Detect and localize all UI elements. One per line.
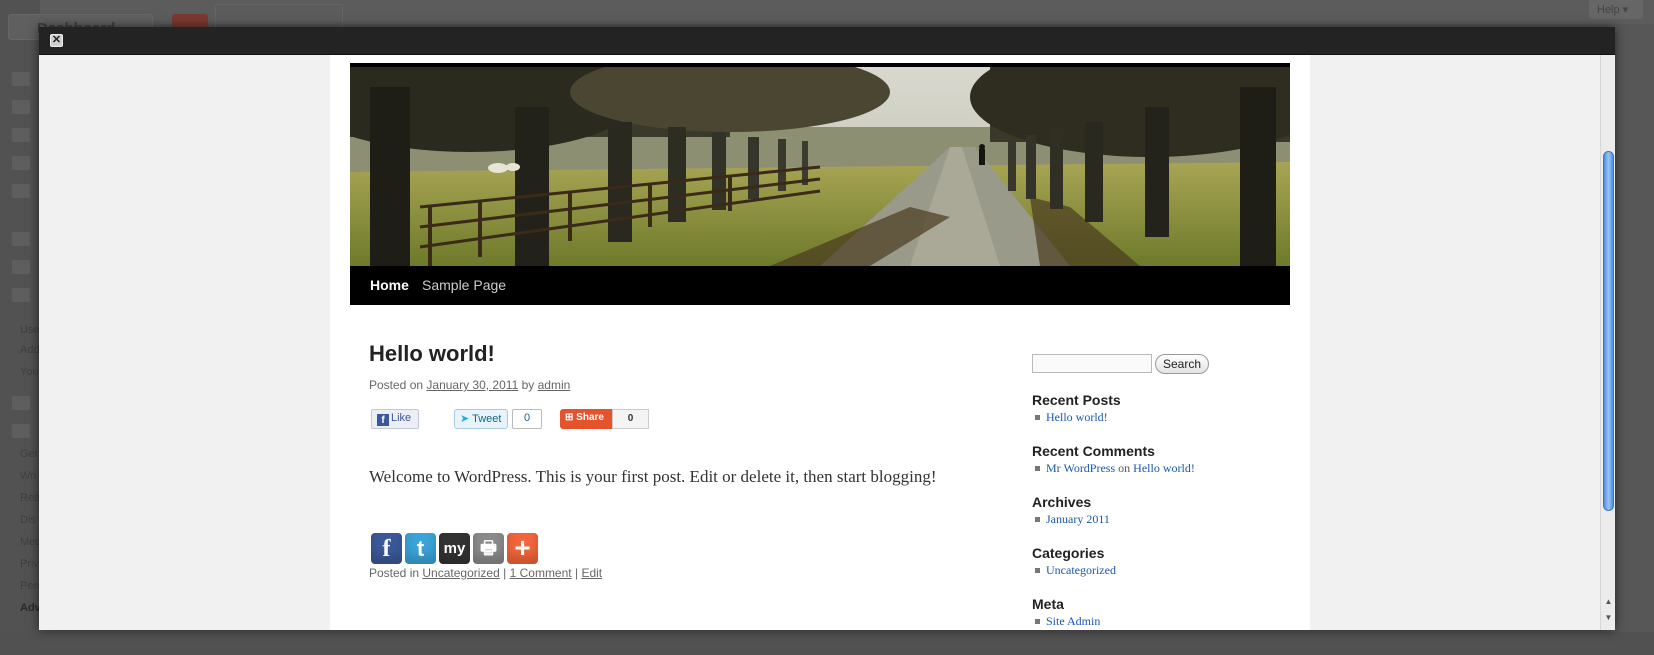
- preview-modal: ✕ Home Sample Page Hello world! Posted o…: [39, 27, 1615, 630]
- facebook-icon: f: [377, 414, 389, 426]
- comment-post-link[interactable]: Hello world!: [1133, 461, 1195, 475]
- menu-fragment: You: [20, 366, 39, 378]
- recent-post-item: Hello world!: [1035, 410, 1108, 425]
- menu-fragment: Dis: [20, 514, 36, 526]
- menu-fragment: Wri: [20, 470, 37, 482]
- posted-in-label: Posted in: [369, 566, 420, 580]
- addthis-share-icon[interactable]: +: [507, 533, 538, 564]
- share-count: 0: [612, 409, 649, 429]
- tweet-count: 0: [512, 409, 542, 429]
- scroll-thumb[interactable]: [1603, 151, 1614, 511]
- links-icon: [12, 128, 30, 142]
- main-nav: Home Sample Page: [350, 266, 1290, 305]
- categories-title: Categories: [1032, 545, 1105, 561]
- recent-comment-item: Mr WordPress on Hello world!: [1035, 461, 1195, 476]
- menu-fragment: Use: [20, 324, 40, 336]
- sidebar-category-link[interactable]: Uncategorized: [1046, 563, 1116, 577]
- tree-avenue-image: [350, 67, 1290, 266]
- recent-posts-title: Recent Posts: [1032, 392, 1121, 408]
- tools-icon: [12, 396, 30, 410]
- myspace-share-icon[interactable]: my: [439, 533, 470, 564]
- separator: |: [574, 566, 579, 580]
- close-button[interactable]: ✕: [50, 34, 63, 47]
- menu-fragment: Add: [20, 344, 40, 356]
- tweet-label: Tweet: [472, 413, 502, 425]
- header-image: [350, 63, 1290, 266]
- modal-titlebar: ✕: [39, 27, 1615, 55]
- posts-icon: [12, 72, 30, 86]
- archives-title: Archives: [1032, 494, 1092, 510]
- print-icon[interactable]: 🖶: [473, 533, 504, 564]
- recent-comments-title: Recent Comments: [1032, 443, 1155, 459]
- plugins-icon: [12, 260, 30, 274]
- comment-author-link[interactable]: Mr WordPress: [1046, 461, 1115, 475]
- help-button: Help ▾: [1589, 0, 1643, 19]
- comment-on: on: [1118, 461, 1131, 475]
- site-page: Home Sample Page Hello world! Posted on …: [330, 55, 1310, 630]
- facebook-like-button[interactable]: f Like: [371, 409, 419, 429]
- search-input[interactable]: [1032, 354, 1152, 373]
- scroll-down-arrow-icon[interactable]: ▼: [1603, 612, 1614, 623]
- appearance-icon: [12, 232, 30, 246]
- post-footer-meta: Posted in Uncategorized | 1 Comment | Ed…: [369, 566, 602, 580]
- admin-bottom: [0, 632, 1654, 655]
- separator: |: [503, 566, 507, 580]
- facebook-share-icon[interactable]: f: [371, 533, 402, 564]
- comments-icon: [12, 184, 30, 198]
- twitter-share-icon[interactable]: t: [405, 533, 436, 564]
- meta-title: Meta: [1032, 596, 1064, 612]
- post-date-link[interactable]: January 30, 2011: [426, 378, 518, 392]
- users-icon: [12, 288, 30, 302]
- meta-prefix: Posted on: [369, 378, 424, 392]
- frame-scrollbar[interactable]: ▲ ▼: [1600, 55, 1615, 630]
- preview-frame: Home Sample Page Hello world! Posted on …: [39, 55, 1615, 630]
- share-button[interactable]: ⊞ Share: [560, 409, 612, 429]
- edit-link[interactable]: Edit: [581, 566, 602, 580]
- author-link[interactable]: admin: [538, 378, 571, 392]
- tweet-button[interactable]: ➤ Tweet: [454, 409, 508, 429]
- settings-icon: [12, 424, 30, 438]
- recent-post-link[interactable]: Hello world!: [1046, 410, 1108, 424]
- meta-by: by: [521, 378, 535, 392]
- post-content: Welcome to WordPress. This is your first…: [369, 467, 937, 486]
- post-meta: Posted on January 30, 2011 by admin: [369, 378, 570, 392]
- archive-link[interactable]: January 2011: [1046, 512, 1110, 526]
- scroll-up-arrow-icon[interactable]: ▲: [1603, 596, 1614, 607]
- nav-home[interactable]: Home: [370, 277, 409, 293]
- menu-fragment: Gen: [20, 448, 41, 460]
- menu-fragment: Adv: [20, 602, 41, 614]
- menu-fragment: Rea: [20, 492, 41, 504]
- meta-item: Site Admin: [1034, 614, 1100, 629]
- category-item: Uncategorized: [1035, 563, 1116, 578]
- nav-sample-page[interactable]: Sample Page: [422, 277, 506, 293]
- site-admin-link[interactable]: Site Admin: [1046, 614, 1100, 628]
- pages-icon: [12, 156, 30, 170]
- archive-item: January 2011: [1035, 512, 1110, 527]
- post-title[interactable]: Hello world!: [369, 341, 495, 367]
- search-button[interactable]: Search: [1155, 354, 1209, 374]
- comments-link[interactable]: 1 Comment: [510, 566, 572, 580]
- media-icon: [12, 100, 30, 114]
- menu-fragment: Priv: [20, 558, 39, 570]
- plus-icon: ⊞: [565, 412, 574, 423]
- share-label: Share: [576, 412, 604, 423]
- twitter-bird-icon: ➤: [460, 413, 470, 425]
- category-link[interactable]: Uncategorized: [422, 566, 499, 580]
- like-label: Like: [391, 412, 412, 424]
